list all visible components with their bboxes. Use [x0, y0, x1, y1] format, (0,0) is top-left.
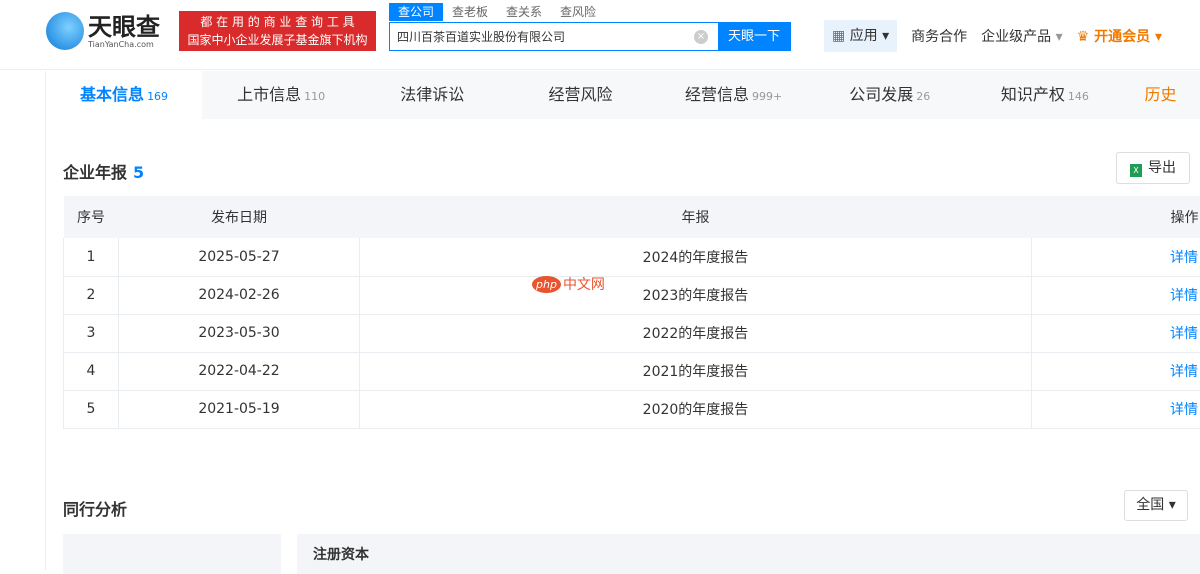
row-report: 2024的年度报告: [360, 238, 1032, 276]
slogan-line: 国家中小企业发展子基金旗下机构: [179, 31, 376, 49]
row-date: 2023-05-30: [119, 314, 360, 352]
export-label: 导出: [1148, 160, 1176, 176]
tab-risk[interactable]: 经营风险: [504, 71, 656, 119]
tab-label: 经营风险: [549, 85, 613, 104]
search-type-tabs: 查公司 查老板 查关系 查风险: [389, 3, 605, 21]
tab-legal[interactable]: 法律诉讼: [360, 71, 504, 119]
row-report: 2022的年度报告: [360, 314, 1032, 352]
table-row: 22024-02-262023的年度报告详情: [64, 276, 1200, 314]
col-report: 年报: [360, 196, 1032, 238]
apps-label: 应用: [850, 28, 878, 44]
tab-count: 169: [147, 90, 168, 103]
annual-report-table: 序号 发布日期 年报 操作 12025-05-272024的年度报告详情2202…: [63, 196, 1200, 429]
tab-listing[interactable]: 上市信息110: [202, 71, 360, 119]
annual-report-title: 企业年报 5: [63, 159, 144, 183]
region-dropdown[interactable]: 全国 ▾: [1124, 490, 1188, 521]
search-tab-company[interactable]: 查公司: [389, 3, 443, 21]
tab-history[interactable]: 历史: [1121, 71, 1200, 119]
watermark-text: 中文网: [563, 274, 605, 294]
row-date: 2025-05-27: [119, 238, 360, 276]
vip-menu[interactable]: ♛ 开通会员 ▾: [1077, 26, 1162, 46]
top-header: 天眼查TianYanCha.com 都 在 用 的 商 业 查 询 工 具国家中…: [0, 0, 1200, 70]
tab-label: 经营信息: [685, 85, 749, 104]
region-value: 全国: [1136, 497, 1164, 513]
enterprise-label: 企业级产品: [981, 29, 1051, 45]
peer-analysis-title: 同行分析: [63, 496, 127, 520]
peer-sidebar: [63, 534, 281, 574]
section-tabs: 基本信息169 上市信息110 法律诉讼 经营风险 经营信息999+ 公司发展2…: [45, 71, 1200, 119]
col-action: 操作: [1032, 196, 1200, 238]
tab-label: 历史: [1144, 85, 1176, 104]
search-tab-risk[interactable]: 查风险: [551, 3, 605, 21]
row-report: 2020的年度报告: [360, 390, 1032, 428]
search-tab-relation[interactable]: 查关系: [497, 3, 551, 21]
row-index: 2: [64, 276, 119, 314]
logo-domain: TianYanCha.com: [88, 40, 160, 49]
top-nav: ▦ 应用 ▾ 商务合作 企业级产品 ▾ ♛ 开通会员 ▾: [824, 20, 1176, 52]
search-bar: × 天眼一下: [389, 22, 791, 51]
row-detail-link[interactable]: 详情: [1032, 238, 1200, 276]
row-detail-link[interactable]: 详情: [1032, 314, 1200, 352]
excel-icon: X: [1130, 164, 1142, 177]
row-date: 2022-04-22: [119, 352, 360, 390]
logo-eye-icon: [46, 12, 84, 50]
tab-ip[interactable]: 知识产权146: [969, 71, 1121, 119]
tab-operation[interactable]: 经营信息999+: [657, 71, 811, 119]
export-button[interactable]: X 导出: [1116, 152, 1190, 184]
business-link[interactable]: 商务合作: [911, 26, 967, 46]
tab-label: 基本信息: [80, 85, 144, 104]
tab-label: 公司发展: [849, 85, 913, 104]
tab-label: 知识产权: [1001, 85, 1065, 104]
slogan-banner: 都 在 用 的 商 业 查 询 工 具国家中小企业发展子基金旗下机构: [179, 11, 376, 51]
tab-count: 999+: [752, 90, 782, 103]
watermark-badge: php: [532, 276, 561, 293]
crown-icon: ♛: [1077, 29, 1090, 45]
row-index: 5: [64, 390, 119, 428]
logo[interactable]: 天眼查TianYanCha.com: [46, 12, 160, 50]
vip-label: 开通会员: [1094, 29, 1150, 45]
row-date: 2024-02-26: [119, 276, 360, 314]
apps-menu[interactable]: ▦ 应用 ▾: [824, 20, 897, 52]
tab-basic-info[interactable]: 基本信息169: [46, 71, 202, 119]
search-button[interactable]: 天眼一下: [718, 23, 790, 50]
table-row: 12025-05-272024的年度报告详情: [64, 238, 1200, 276]
row-detail-link[interactable]: 详情: [1032, 276, 1200, 314]
row-detail-link[interactable]: 详情: [1032, 390, 1200, 428]
row-date: 2021-05-19: [119, 390, 360, 428]
tab-count: 110: [304, 90, 325, 103]
logo-text: 天眼查: [88, 14, 160, 40]
slogan-line: 都 在 用 的 商 业 查 询 工 具: [179, 13, 376, 31]
main-content: 企业年报 5 X 导出 序号 发布日期 年报 操作 12025-05-272024的…: [45, 119, 1200, 570]
tab-label: 法律诉讼: [400, 85, 464, 104]
watermark: php中文网: [532, 274, 605, 294]
table-row: 52021-05-192020的年度报告详情: [64, 390, 1200, 428]
row-index: 4: [64, 352, 119, 390]
search-tab-boss[interactable]: 查老板: [443, 3, 497, 21]
tab-development[interactable]: 公司发展26: [811, 71, 969, 119]
clear-icon[interactable]: ×: [694, 30, 708, 44]
peer-table-header: 注册资本: [297, 534, 1200, 574]
table-row: 32023-05-302022的年度报告详情: [64, 314, 1200, 352]
row-detail-link[interactable]: 详情: [1032, 352, 1200, 390]
tab-count: 26: [916, 90, 930, 103]
table-row: 42022-04-222021的年度报告详情: [64, 352, 1200, 390]
row-report: 2023的年度报告: [360, 276, 1032, 314]
row-index: 1: [64, 238, 119, 276]
chevron-down-icon: ▾: [1056, 29, 1063, 45]
row-index: 3: [64, 314, 119, 352]
row-report: 2021的年度报告: [360, 352, 1032, 390]
col-date: 发布日期: [119, 196, 360, 238]
enterprise-menu[interactable]: 企业级产品 ▾: [981, 26, 1062, 46]
registered-capital-header: 注册资本: [313, 547, 369, 563]
grid-icon: ▦: [832, 28, 845, 44]
section-count: 5: [133, 163, 144, 182]
tab-label: 上市信息: [237, 85, 301, 104]
tab-count: 146: [1068, 90, 1089, 103]
section-title-text: 企业年报: [63, 163, 127, 182]
search-input[interactable]: [390, 23, 684, 50]
col-index: 序号: [64, 196, 119, 238]
